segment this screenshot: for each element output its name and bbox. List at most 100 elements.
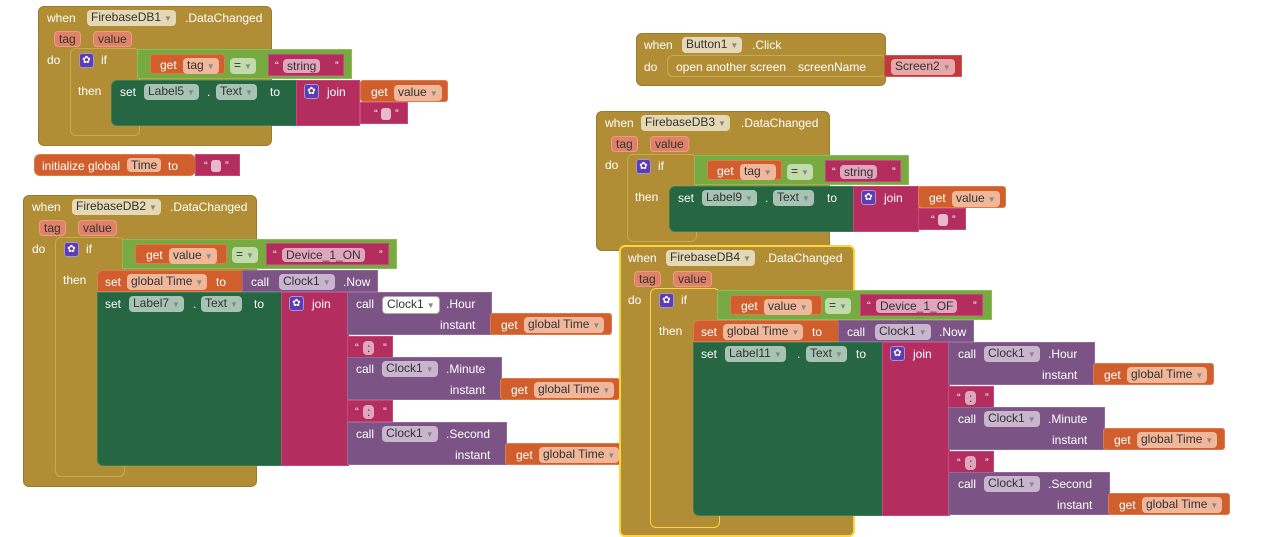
label-dropdown[interactable]: Label5 ▼ bbox=[144, 84, 199, 100]
var-dropdown[interactable]: global Time ▼ bbox=[1142, 497, 1223, 513]
set-label-block[interactable]: set Label11 ▼ . Text ▼ to bbox=[693, 342, 884, 516]
get-var-block[interactable]: get value ▼ bbox=[135, 244, 227, 264]
text-field[interactable] bbox=[938, 214, 948, 226]
clock-now-block[interactable]: call Clock1 ▼ .Now bbox=[242, 270, 378, 292]
component-dropdown[interactable]: FirebaseDB1 ▼ bbox=[87, 10, 176, 26]
get-global-block[interactable]: get global Time ▼ bbox=[505, 443, 623, 465]
join-block[interactable]: ✿ join bbox=[853, 186, 919, 232]
clock-dropdown[interactable]: Clock1 ▼ bbox=[875, 324, 931, 340]
get-global-block[interactable]: get global Time ▼ bbox=[500, 378, 620, 400]
text-field[interactable]: : bbox=[363, 341, 375, 355]
property-dropdown[interactable]: Text ▼ bbox=[201, 296, 242, 312]
screen-picker-block[interactable]: Screen2 ▼ bbox=[884, 55, 962, 77]
component-dropdown[interactable]: FirebaseDB2 ▼ bbox=[72, 199, 161, 215]
var-dropdown[interactable]: value ▼ bbox=[169, 248, 217, 264]
set-label-block[interactable]: set Label5 ▼ . Text ▼ to bbox=[111, 80, 297, 126]
text-field[interactable]: : bbox=[965, 456, 977, 470]
var-dropdown[interactable]: tag ▼ bbox=[740, 164, 776, 180]
separator-text-block[interactable]: “ : ” bbox=[948, 386, 994, 408]
param-value[interactable]: value bbox=[650, 136, 689, 152]
text-field[interactable]: Device_1_ON bbox=[282, 248, 365, 262]
component-dropdown[interactable]: FirebaseDB3 ▼ bbox=[641, 115, 730, 131]
join-block[interactable]: ✿ join bbox=[281, 292, 349, 466]
screen-dropdown[interactable]: Screen2 ▼ bbox=[891, 59, 955, 75]
get-var-block[interactable]: get value ▼ bbox=[918, 186, 1006, 208]
get-global-block[interactable]: get global Time ▼ bbox=[490, 313, 612, 335]
equals-dropdown[interactable]: = ▼ bbox=[825, 298, 851, 314]
gear-icon[interactable]: ✿ bbox=[289, 296, 304, 311]
get-var-block[interactable]: get value ▼ bbox=[730, 295, 822, 315]
text-field[interactable] bbox=[211, 160, 221, 172]
text-field[interactable]: Device_1_OF bbox=[876, 299, 958, 313]
component-dropdown[interactable]: Button1 ▼ bbox=[682, 37, 743, 53]
set-label-block[interactable]: set Label7 ▼ . Text ▼ to bbox=[97, 292, 283, 466]
clock-dropdown[interactable]: Clock1 ▼ bbox=[382, 426, 438, 442]
get-global-block[interactable]: get global Time ▼ bbox=[1093, 363, 1214, 385]
empty-text-block[interactable]: “ ” bbox=[360, 102, 408, 124]
clock-dropdown[interactable]: Clock1 ▼ bbox=[382, 296, 440, 314]
equals-dropdown[interactable]: = ▼ bbox=[787, 164, 813, 180]
equals-dropdown[interactable]: = ▼ bbox=[232, 247, 258, 263]
text-field[interactable]: : bbox=[965, 391, 977, 405]
gear-icon[interactable]: ✿ bbox=[861, 190, 876, 205]
set-label-block[interactable]: set Label9 ▼ . Text ▼ to bbox=[669, 186, 855, 232]
get-var-block[interactable]: get tag ▼ bbox=[707, 160, 782, 180]
join-block[interactable]: ✿ join bbox=[296, 80, 360, 126]
clock-hour-block[interactable]: call Clock1 ▼ .Hour instant bbox=[347, 292, 492, 335]
text-block[interactable]: “ Device_1_OF ” bbox=[860, 294, 983, 316]
gear-icon[interactable]: ✿ bbox=[64, 242, 79, 257]
join-block[interactable]: ✿ join bbox=[882, 342, 950, 516]
equals-dropdown[interactable]: = ▼ bbox=[230, 58, 256, 74]
gear-icon[interactable]: ✿ bbox=[304, 84, 319, 99]
gear-icon[interactable]: ✿ bbox=[636, 159, 651, 174]
separator-text-block[interactable]: “ : ” bbox=[948, 451, 994, 473]
text-block[interactable]: “ Device_1_ON ” bbox=[266, 243, 389, 265]
var-dropdown[interactable]: global Time ▼ bbox=[524, 317, 605, 333]
global-var-dropdown[interactable]: global Time ▼ bbox=[127, 274, 208, 290]
init-global-block[interactable]: initialize global Time to bbox=[34, 154, 196, 176]
clock-minute-block[interactable]: call Clock1 ▼ .Minute instant bbox=[347, 357, 502, 400]
global-name-field[interactable]: Time bbox=[127, 158, 162, 172]
property-dropdown[interactable]: Text ▼ bbox=[216, 84, 257, 100]
var-dropdown[interactable]: value ▼ bbox=[394, 85, 442, 101]
param-value[interactable]: value bbox=[93, 31, 132, 47]
var-dropdown[interactable]: value ▼ bbox=[764, 299, 812, 315]
clock-hour-block[interactable]: call Clock1 ▼ .Hour instant bbox=[948, 342, 1095, 385]
clock-dropdown[interactable]: Clock1 ▼ bbox=[984, 346, 1040, 362]
clock-dropdown[interactable]: Clock1 ▼ bbox=[382, 361, 438, 377]
text-field[interactable]: string bbox=[840, 165, 878, 179]
clock-dropdown[interactable]: Clock1 ▼ bbox=[279, 274, 335, 290]
get-global-block[interactable]: get global Time ▼ bbox=[1103, 428, 1225, 450]
clock-second-block[interactable]: call Clock1 ▼ .Second instant bbox=[948, 472, 1110, 515]
text-block[interactable]: “ string ” bbox=[268, 54, 344, 76]
component-dropdown[interactable]: FirebaseDB4 ▼ bbox=[666, 250, 755, 266]
clock-now-block[interactable]: call Clock1 ▼ .Now bbox=[838, 320, 974, 342]
text-field[interactable]: string bbox=[283, 59, 321, 73]
label-dropdown[interactable]: Label11 ▼ bbox=[725, 346, 786, 362]
param-tag[interactable]: tag bbox=[39, 220, 66, 236]
text-field[interactable] bbox=[381, 108, 391, 120]
label-dropdown[interactable]: Label9 ▼ bbox=[702, 190, 757, 206]
param-tag[interactable]: tag bbox=[634, 271, 661, 287]
gear-icon[interactable]: ✿ bbox=[890, 346, 905, 361]
get-var-block[interactable]: get value ▼ bbox=[360, 80, 448, 102]
var-dropdown[interactable]: global Time ▼ bbox=[539, 447, 620, 463]
gear-icon[interactable]: ✿ bbox=[79, 53, 94, 68]
var-dropdown[interactable]: tag ▼ bbox=[183, 58, 219, 74]
param-tag[interactable]: tag bbox=[54, 31, 81, 47]
gear-icon[interactable]: ✿ bbox=[659, 293, 674, 308]
param-value[interactable]: value bbox=[673, 271, 712, 287]
open-screen-block[interactable]: open another screen screenName bbox=[667, 55, 887, 77]
set-global-block[interactable]: set global Time ▼ to bbox=[97, 270, 243, 292]
text-field[interactable]: : bbox=[363, 405, 375, 419]
property-dropdown[interactable]: Text ▼ bbox=[806, 346, 847, 362]
var-dropdown[interactable]: global Time ▼ bbox=[1137, 432, 1218, 448]
var-dropdown[interactable]: global Time ▼ bbox=[534, 382, 615, 398]
get-global-block[interactable]: get global Time ▼ bbox=[1108, 493, 1230, 515]
var-dropdown[interactable]: value ▼ bbox=[952, 191, 1000, 207]
clock-dropdown[interactable]: Clock1 ▼ bbox=[984, 411, 1040, 427]
empty-text-block[interactable]: “ ” bbox=[918, 208, 966, 230]
separator-text-block[interactable]: “ : ” bbox=[347, 336, 393, 358]
separator-text-block[interactable]: “ : ” bbox=[347, 400, 393, 422]
clock-minute-block[interactable]: call Clock1 ▼ .Minute instant bbox=[948, 407, 1105, 450]
